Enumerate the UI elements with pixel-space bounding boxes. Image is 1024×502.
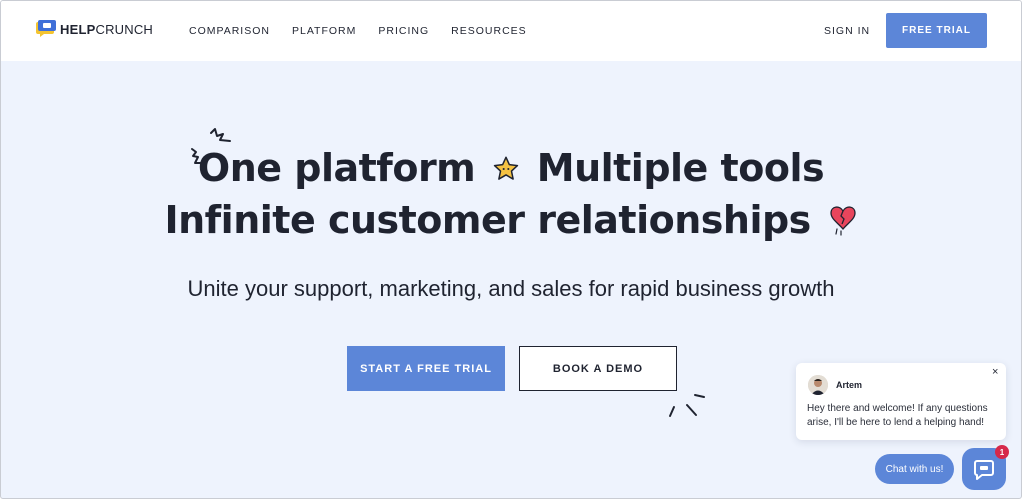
close-icon[interactable]: × — [992, 366, 998, 378]
headline-part-2: Multiple tools — [536, 146, 825, 190]
nav-item-pricing[interactable]: PRICING — [378, 25, 429, 37]
headline-line-1: One platform Multiple tools — [1, 146, 1021, 190]
star-icon — [493, 156, 519, 180]
sign-in-link[interactable]: SIGN IN — [824, 25, 870, 37]
chat-message: Hey there and welcome! If any questions … — [807, 403, 988, 428]
chat-with-us-button[interactable]: Chat with us! — [875, 454, 954, 484]
hero-subheadline: Unite your support, marketing, and sales… — [187, 276, 835, 301]
unread-badge: 1 — [995, 445, 1009, 459]
nav-item-platform[interactable]: PLATFORM — [292, 25, 356, 37]
nav-item-comparison[interactable]: COMPARISON — [189, 25, 270, 37]
chat-greeting-bubble[interactable]: Artem × Hey there and welcome! If any qu… — [796, 363, 1006, 440]
helpcrunch-logo-icon — [36, 20, 56, 37]
site-header: HELPCRUNCH COMPARISON PLATFORM PRICING R… — [1, 1, 1021, 61]
main-nav: COMPARISON PLATFORM PRICING RESOURCES — [189, 25, 527, 37]
book-demo-button[interactable]: BOOK A DEMO — [519, 346, 677, 391]
chat-agent-name: Artem — [836, 380, 863, 390]
headline-part-1: One platform — [197, 146, 476, 190]
logo[interactable]: HELPCRUNCH — [36, 19, 153, 39]
headline-part-3: Infinite customer relationships — [164, 198, 811, 242]
spark-decoration — [669, 394, 705, 417]
chat-icon — [974, 460, 994, 480]
logo-text-bold: HELP — [60, 21, 96, 37]
headline-line-2: Infinite customer relationships — [1, 198, 1021, 242]
logo-text: HELPCRUNCH — [60, 22, 153, 37]
avatar — [808, 375, 828, 395]
broken-heart-icon — [829, 206, 856, 236]
nav-item-resources[interactable]: RESOURCES — [451, 25, 527, 37]
page-frame: HELPCRUNCH COMPARISON PLATFORM PRICING R… — [0, 0, 1022, 499]
logo-text-regular: CRUNCH — [95, 21, 154, 37]
start-free-trial-button[interactable]: START A FREE TRIAL — [347, 346, 505, 391]
free-trial-button[interactable]: FREE TRIAL — [886, 13, 987, 48]
